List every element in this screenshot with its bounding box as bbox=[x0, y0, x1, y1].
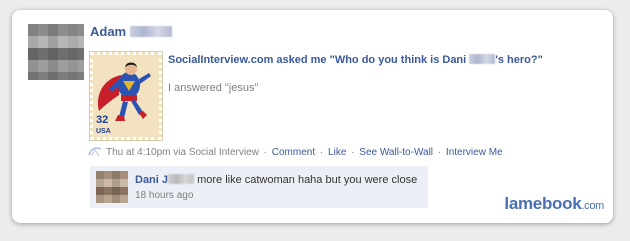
watermark-brand: lamebook bbox=[504, 194, 582, 213]
poster-name[interactable]: Adam bbox=[90, 24, 172, 39]
wall-to-wall-link[interactable]: See Wall-to-Wall bbox=[359, 147, 433, 158]
comment-item: Dani J more like catwoman haha but you w… bbox=[90, 166, 428, 208]
app-story-title[interactable]: SocialInterview.com asked me "Who do you… bbox=[168, 53, 588, 67]
watermark-tld: .com bbox=[581, 200, 604, 212]
app-story-title-tail[interactable]: 's hero?" bbox=[495, 54, 543, 66]
lamebook-watermark: lamebook.com bbox=[504, 194, 604, 214]
app-story-title-text[interactable]: SocialInterview.com asked me "Who do you… bbox=[168, 54, 469, 66]
poster-first-name[interactable]: Adam bbox=[90, 24, 126, 39]
poster-avatar[interactable] bbox=[28, 24, 84, 80]
commenter-name[interactable]: Dani J bbox=[135, 174, 168, 186]
superman-stamp-image[interactable]: 32 USA bbox=[89, 51, 163, 141]
comment-text: more like catwoman haha but you were clo… bbox=[197, 174, 418, 186]
separator: · bbox=[351, 147, 355, 158]
comment-line: Dani J more like catwoman haha but you w… bbox=[135, 174, 417, 186]
separator: · bbox=[437, 147, 442, 158]
story-card: Adam 32 USA SocialInterview.com asked me… bbox=[12, 10, 613, 223]
separator: · bbox=[263, 147, 267, 158]
app-icon bbox=[88, 147, 102, 157]
comment-link[interactable]: Comment bbox=[272, 147, 315, 158]
interview-me-link[interactable]: Interview Me bbox=[446, 147, 503, 158]
superman-figure: 32 USA bbox=[96, 62, 151, 135]
stamp-country: USA bbox=[96, 128, 111, 135]
redacted-last-name bbox=[129, 26, 172, 37]
like-link[interactable]: Like bbox=[328, 147, 346, 158]
commenter-avatar[interactable] bbox=[96, 171, 128, 203]
comment-time: 18 hours ago bbox=[135, 190, 194, 201]
story-meta: Thu at 4:10pm via Social Interview · Com… bbox=[88, 146, 503, 158]
redacted-commenter-last-name bbox=[168, 174, 195, 184]
stamp-value: 32 bbox=[96, 114, 108, 126]
separator: · bbox=[319, 147, 324, 158]
post-time: Thu at 4:10pm via Social Interview bbox=[106, 147, 259, 158]
answer-text: I answered "jesus" bbox=[168, 82, 259, 94]
redacted-name bbox=[469, 54, 496, 64]
